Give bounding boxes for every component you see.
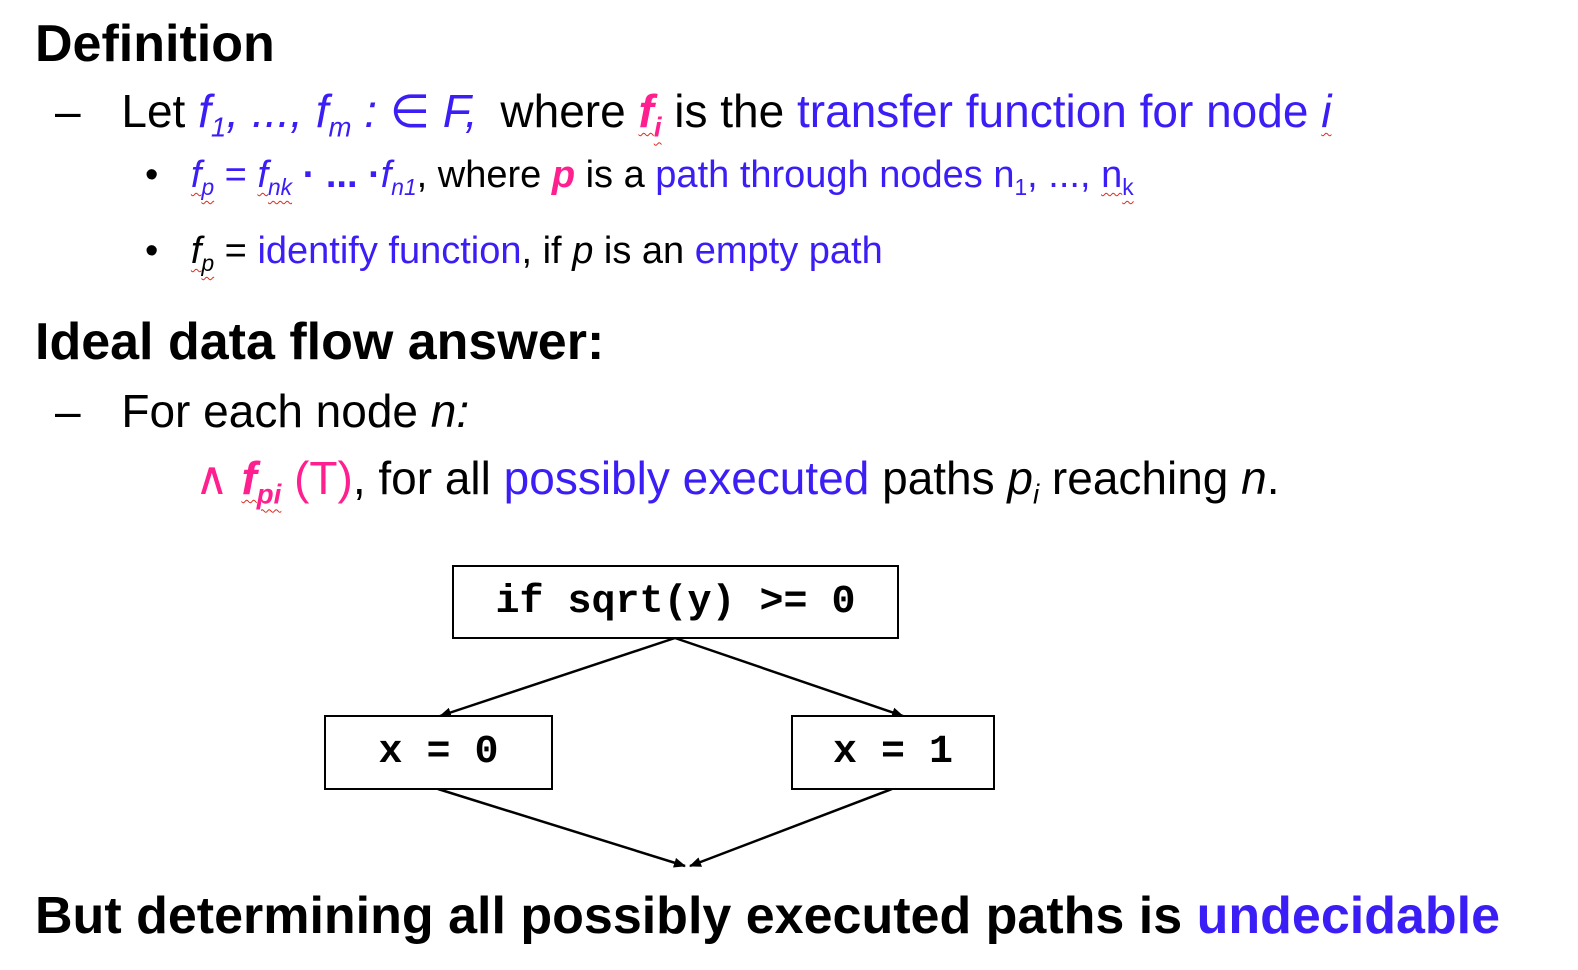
arrow-left-to-merge — [437, 787, 686, 868]
assign-zero-box: x = 0 — [324, 715, 553, 790]
conclusion-line: But determining all possibly executed pa… — [35, 890, 1500, 942]
arrow-to-left-box — [439, 636, 676, 718]
condition-box: if sqrt(y) >= 0 — [452, 565, 899, 639]
arrow-right-to-merge — [689, 787, 893, 868]
control-flow-arrows — [437, 636, 904, 868]
undecidable-text: undecidable — [1196, 887, 1501, 945]
conclusion-text: But determining all possibly executed pa… — [35, 887, 1197, 945]
arrow-to-right-box — [674, 636, 904, 718]
assign-one-box: x = 1 — [791, 715, 995, 790]
